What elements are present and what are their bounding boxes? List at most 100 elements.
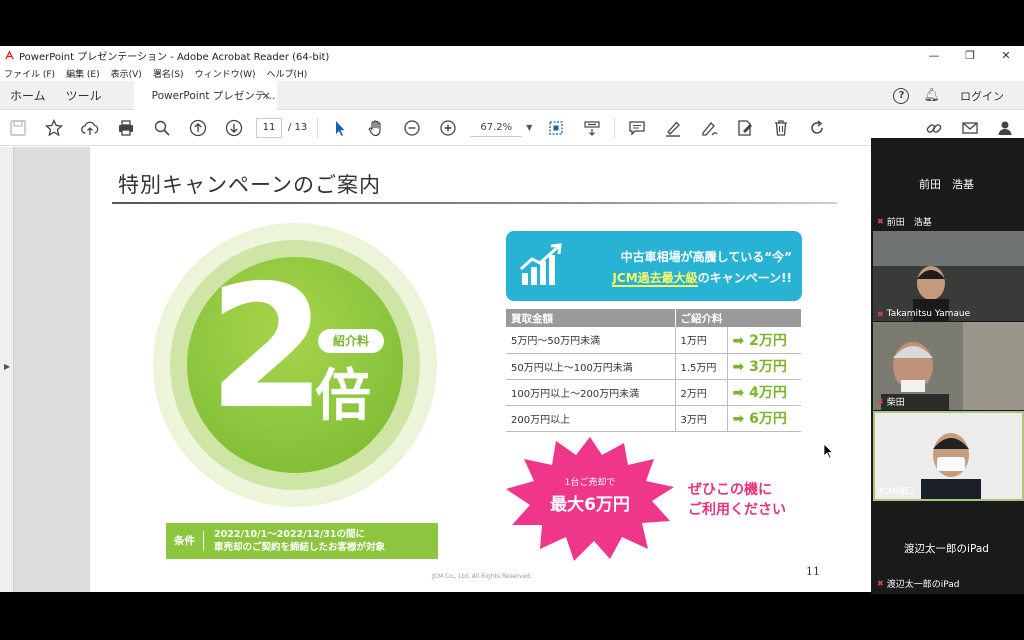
rotate-icon[interactable] [799, 110, 835, 146]
participant-name-2: Takamitsu Yamaue [886, 309, 971, 319]
cell-range: 200万円以上 [506, 405, 676, 432]
cell-after: ➡ 3万円 [727, 353, 801, 380]
chevron-down-icon[interactable]: ▼ [526, 123, 532, 132]
pdf-page: 特別キャンペーンのご案内 2 紹介料 倍 条件 2022/10/1～2022/1… [90, 147, 873, 592]
tab-home[interactable]: ホーム [0, 87, 56, 104]
table-row: 5万円～50万円未満 1万円 ➡ 2万円 [506, 327, 801, 354]
table-row: 200万円以上 3万円 ➡ 6万円 [506, 405, 801, 432]
cell-before: 2万円 [675, 379, 728, 406]
referral-fee-table: 買取金額 ご紹介料 5万円～50万円未満 1万円 ➡ 2万円 50万円以上～10… [506, 309, 801, 432]
condition-box: 条件 2022/10/1～2022/12/31の間に 車売却のご契約を締結したお… [166, 523, 438, 559]
next-page-icon[interactable] [216, 110, 252, 146]
menu-sign[interactable]: 署名(S) [153, 67, 184, 80]
copyright: JCM Co., Ltd. All Rights Reserved. [432, 573, 532, 580]
cell-before: 1.5万円 [675, 353, 728, 380]
header-purchase-amount: 買取金額 [506, 309, 676, 327]
cell-after: ➡ 4万円 [727, 379, 801, 406]
expand-arrow-icon[interactable]: ▶ [4, 362, 10, 371]
muted-mic-icon: ✖︎ [877, 217, 884, 226]
condition-line1: 2022/10/1～2022/12/31の間に [214, 529, 366, 540]
participant-tile-3[interactable]: ✖︎ 柴田 [873, 322, 1024, 410]
minimize-button[interactable]: — [916, 49, 952, 62]
cell-range: 100万円以上～200万円未満 [506, 379, 676, 406]
muted-mic-icon: ✖︎ [877, 309, 884, 319]
big-number: 2 [208, 249, 327, 447]
zoom-out-icon[interactable] [394, 110, 430, 146]
campaign-banner: 中古車相場が高騰している“今” JCM過去最大級のキャンペーン!! [506, 231, 802, 301]
comment-icon[interactable] [619, 110, 655, 146]
title-underline [112, 202, 837, 204]
cell-before: 1万円 [675, 327, 728, 354]
print-icon[interactable] [108, 110, 144, 146]
header-referral-fee: ご紹介料 [675, 309, 801, 327]
video-participants-panel: 前田 浩基 ✖︎ 前田 浩基 ✖︎ Takamitsu Yamaue ✖︎ 柴田… [871, 138, 1024, 594]
menu-file[interactable]: ファイル (F) [4, 67, 55, 80]
table-header-row: 買取金額 ご紹介料 [506, 309, 801, 327]
banner-line2: JCM過去最大級のキャンペーン!! [572, 269, 792, 287]
participant-tile-4-active[interactable]: JCM樋口 [873, 411, 1024, 501]
cell-after: ➡ 2万円 [727, 327, 801, 354]
cell-range: 5万円～50万円未満 [506, 327, 676, 354]
page-total: / 13 [288, 122, 308, 133]
left-panel-toggle[interactable]: ▶ [0, 147, 14, 592]
bookmark-star-icon[interactable] [36, 110, 72, 146]
muted-mic-icon: ✖︎ [877, 579, 884, 588]
cta-line2: ご利用ください [688, 502, 786, 518]
draw-icon[interactable] [691, 110, 727, 146]
tab-bar: ホーム ツール PowerPoint プレゼンテ... × ? 🔔︎ ログイン [0, 80, 1024, 110]
cell-after: ➡ 6万円 [727, 405, 801, 432]
participant-name-3: 柴田 [886, 398, 905, 408]
acrobat-icon [4, 50, 15, 61]
prev-page-icon[interactable] [180, 110, 216, 146]
table-row: 100万円以上～200万円未満 2万円 ➡ 4万円 [506, 379, 801, 406]
tab-tools[interactable]: ツール [56, 87, 112, 104]
fill-sign-icon[interactable] [727, 110, 763, 146]
table-row: 50万円以上～100万円未満 1.5万円 ➡ 3万円 [506, 353, 801, 380]
menu-view[interactable]: 表示(V) [111, 67, 142, 80]
participant-video-2 [873, 231, 1024, 321]
cell-before: 3万円 [675, 405, 728, 432]
marquee-zoom-icon[interactable] [538, 110, 574, 146]
slide-page-number: 11 [806, 565, 820, 578]
condition-text: 2022/10/1～2022/12/31の間に 車売却のご契約を締結したお客様が… [204, 528, 385, 554]
delete-trash-icon[interactable] [763, 110, 799, 146]
close-tab-icon[interactable]: × [261, 89, 270, 102]
active-speaker-name: 前田 浩基 [919, 178, 974, 191]
participant-name-4: JCM樋口 [879, 487, 914, 497]
zoom-in-icon[interactable] [430, 110, 466, 146]
menu-bar: ファイル (F) 編集 (E) 表示(V) 署名(S) ウィンドウ(W) ヘルプ… [0, 65, 1024, 81]
scroll-mode-icon[interactable] [574, 110, 610, 146]
maximize-button[interactable]: ❐ [952, 49, 988, 62]
save-icon[interactable] [0, 110, 36, 146]
screen: PowerPoint プレゼンテーション - Adobe Acrobat Rea… [0, 0, 1024, 640]
participant-tile-2[interactable]: ✖︎ Takamitsu Yamaue [873, 231, 1024, 321]
toolbar-divider-2 [614, 117, 616, 138]
slide-title: 特別キャンペーンのご案内 [118, 173, 381, 197]
zoom-level[interactable]: 67.2% [470, 119, 523, 137]
page-number-input[interactable]: 11 [256, 117, 282, 138]
window-title: PowerPoint プレゼンテーション - Adobe Acrobat Rea… [19, 52, 330, 63]
menu-help[interactable]: ヘルプ(H) [267, 67, 308, 80]
referral-fee-badge: 紹介料 [318, 329, 384, 353]
menu-window[interactable]: ウィンドウ(W) [195, 67, 256, 80]
login-button[interactable]: ログイン [960, 88, 1004, 104]
participant-tile-1[interactable]: ✖︎ 前田 浩基 [873, 212, 1024, 230]
banner-line2-rest: のキャンペーン!! [697, 271, 792, 285]
cell-range: 50万円以上～100万円未満 [506, 353, 676, 380]
tab-document-label: PowerPoint プレゼンテ... [151, 89, 276, 102]
cta-line1: ぜひこの機に [688, 482, 772, 498]
participant-tile-5[interactable]: ✖︎ 渡辺太一郎のiPad [873, 574, 1024, 592]
menu-edit[interactable]: 編集 (E) [66, 67, 100, 80]
multiplier-text: 倍 [315, 364, 371, 429]
bell-icon[interactable]: 🔔︎ [923, 88, 940, 103]
hand-tool-icon[interactable] [358, 110, 394, 146]
help-icon[interactable]: ? [893, 87, 910, 104]
tab-document[interactable]: PowerPoint プレゼンテ... × [133, 80, 277, 110]
burst-big-text: 最大6万円 [550, 495, 630, 515]
select-cursor-icon[interactable] [322, 110, 358, 146]
participant-5-bigname: 渡辺太一郎のiPad [904, 543, 989, 555]
find-zoom-icon[interactable] [144, 110, 180, 146]
close-window-button[interactable]: ✕ [988, 49, 1024, 62]
upload-cloud-icon[interactable] [72, 110, 108, 146]
highlight-pen-icon[interactable] [655, 110, 691, 146]
